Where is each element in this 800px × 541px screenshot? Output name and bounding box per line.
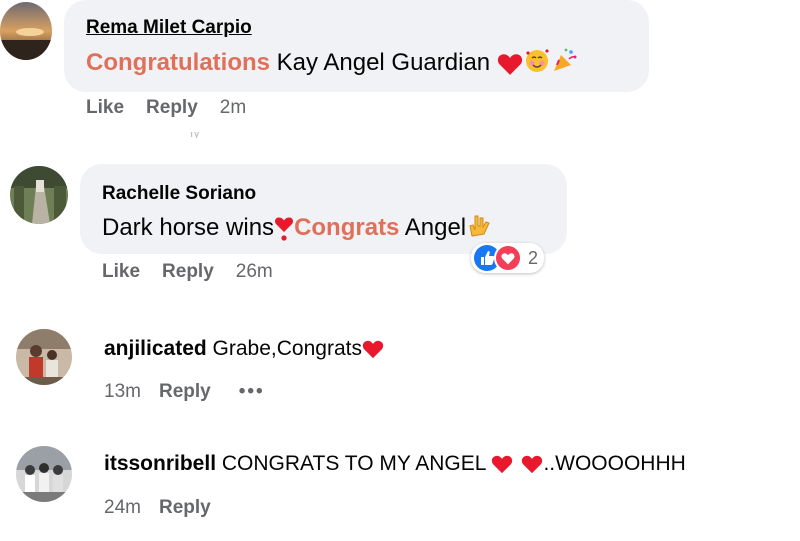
highlighted-word[interactable]: Congratulations [86,49,270,76]
party-popper-icon [551,47,579,80]
reactions-summary[interactable]: 2 [471,243,545,273]
love-you-gesture-icon [466,212,492,245]
comment-actions: 13m Reply ••• [104,381,265,403]
red-heart-icon [362,339,384,359]
comment-actions: 24m Reply [104,497,233,519]
more-options-button[interactable]: ••• [239,381,265,402]
comment-author[interactable]: Rema Milet Carpio [86,17,252,39]
comment-text: Grabe,Congrats [212,337,362,360]
avatar[interactable] [16,329,72,385]
comment-text: CONGRATS TO MY ANGEL [221,452,492,475]
comment-author[interactable]: anjilicated [104,337,207,360]
reply-button[interactable]: Reply [146,97,198,118]
avatar[interactable] [10,166,68,224]
comment-author[interactable]: Rachelle Soriano [102,183,256,205]
avatar[interactable] [0,2,52,60]
comment-text: Congratulations Kay Angel Guardian [86,47,579,80]
comment-timestamp: 13m [104,381,141,402]
comment-actions: Like Reply 2m [86,97,246,119]
comment-line: anjilicated Grabe,Congrats [104,337,384,361]
avatar-path-image [10,166,68,224]
comment-timestamp: 24m [104,497,141,518]
comment-line: itssonribell CONGRATS TO MY ANGEL ..WOOO… [104,452,686,476]
avatar-sunset-image [0,2,52,60]
comment-timestamp: 2m [219,97,247,118]
comment-actions: Like Reply 26m [102,261,273,283]
reply-button[interactable]: Reply [162,261,214,282]
red-heart-icon [521,454,543,474]
comment-text-start: Dark horse wins [102,213,275,241]
avatar[interactable] [16,446,72,502]
avatar-group-image [16,446,72,502]
smiling-face-hearts-icon [523,47,551,80]
avatar-people-image [16,329,72,385]
comment-timestamp: 26m [235,261,273,282]
heart-exclamation-icon [274,216,294,242]
comment-text: Dark horse wins Congrats Angel [102,212,492,245]
comment-text-rest: Angel [399,213,467,241]
comment-author[interactable]: itssonribell [104,452,216,475]
reply-button[interactable]: Reply [159,381,211,402]
highlighted-word[interactable]: Congrats [294,214,399,241]
reply-button[interactable]: Reply [159,497,211,518]
love-reaction-icon [494,244,522,272]
comment-text-rest: Kay Angel Guardian [270,48,491,76]
red-heart-icon [491,454,513,474]
truncated-text-remnant: ly [190,132,230,138]
like-button[interactable]: Like [86,97,124,118]
comment-text-rest: ..WOOOOHHH [543,452,686,475]
red-heart-icon [497,52,523,76]
reaction-count: 2 [528,247,539,268]
like-button[interactable]: Like [102,261,140,282]
